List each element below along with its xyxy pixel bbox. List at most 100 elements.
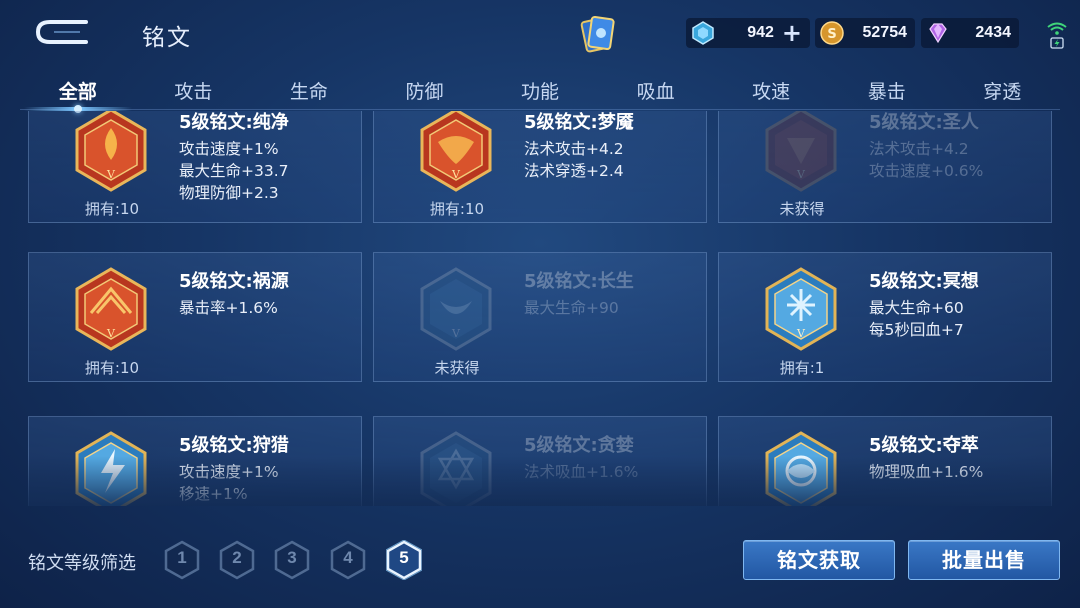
rune-stat: 攻击速度+0.6% (869, 162, 984, 180)
card-pack-icon[interactable] (580, 14, 616, 54)
rune-stats: 物理吸血+1.6% (869, 461, 983, 483)
level-filter-4[interactable]: 4 (330, 540, 366, 580)
rune-list[interactable]: V 拥有:10 5级铭文:纯净 攻击速度+1% 最大生命+33.7 物理防御+2… (28, 111, 1052, 506)
rune-stat: 法术吸血+1.6% (524, 463, 639, 481)
red-rune-emblem-icon: V (765, 111, 837, 192)
tab-critical[interactable]: 暴击 (829, 70, 945, 109)
level-number: 4 (343, 548, 353, 567)
red-rune-emblem-icon: V (75, 267, 147, 351)
rune-stat: 法术攻击+4.2 (869, 140, 969, 158)
rune-stat: 物理吸血+1.6% (869, 463, 984, 481)
back-arrow-icon[interactable] (30, 16, 92, 48)
rune-title: 5级铭文:纯净 (179, 112, 289, 133)
rune-card[interactable]: 5级铭文:贪婪 法术吸血+1.6% (373, 416, 707, 506)
tab-label: 吸血 (636, 81, 675, 103)
blue-rune-emblem-icon (765, 431, 837, 506)
svg-text:V: V (106, 327, 116, 340)
rune-stats: 攻击速度+1% 移速+1% (179, 461, 279, 505)
owned-count: 拥有:10 (429, 200, 485, 218)
rune-stat: 攻击速度+1% (179, 463, 279, 481)
level-number: 3 (287, 548, 297, 567)
rune-stat: 法术攻击+4.2 (524, 140, 624, 158)
red-rune-emblem-icon: V (75, 111, 147, 192)
svg-text:S: S (827, 27, 836, 42)
rune-card[interactable]: V 拥有:10 5级铭文:祸源 暴击率+1.6% (28, 252, 362, 382)
rune-stat: 移速+1% (179, 485, 248, 503)
rune-stat: 最大生命+60 (869, 299, 964, 317)
owned-count: 未获得 (434, 359, 480, 377)
rune-stats: 法术吸血+1.6% (524, 461, 638, 483)
gem-amount: 2434 (975, 24, 1011, 41)
svg-text:V: V (451, 168, 461, 181)
category-tabs: 全部 攻击 生命 防御 功能 吸血 攻速 暴击 穿透 (20, 70, 1061, 113)
tab-all[interactable]: 全部 (20, 70, 136, 113)
owned-count: 拥有:10 (84, 359, 140, 377)
tab-attack-speed[interactable]: 攻速 (713, 70, 829, 109)
tab-label: 攻击 (174, 81, 213, 103)
rune-stats: 法术攻击+4.2 法术穿透+2.4 (524, 138, 624, 182)
top-bar: 铭文 942 + S 52754 2434 (0, 0, 1080, 66)
level-number: 1 (177, 548, 187, 567)
add-diamond-icon[interactable]: + (782, 21, 802, 45)
rune-stats: 攻击速度+1% 最大生命+33.7 物理防御+2.3 (179, 138, 289, 204)
purple-gem-icon (925, 20, 951, 46)
rune-title: 5级铭文:梦魇 (524, 112, 634, 133)
svg-text:V: V (106, 168, 116, 181)
owned-count: 拥有:1 (779, 359, 825, 377)
rune-stat: 攻击速度+1% (179, 140, 279, 158)
owned-count: 未获得 (779, 200, 825, 218)
blue-rune-emblem-icon (75, 431, 147, 506)
level-filter-2[interactable]: 2 (219, 540, 255, 580)
rune-stat: 最大生命+33.7 (179, 162, 289, 180)
blue-rune-emblem-icon (420, 431, 492, 506)
page-title: 铭文 (142, 25, 192, 51)
blue-rune-emblem-icon: V (765, 267, 837, 351)
rune-card[interactable]: V 拥有:10 5级铭文:梦魇 法术攻击+4.2 法术穿透+2.4 (373, 111, 707, 223)
gold-coin-icon: S (819, 20, 845, 46)
rune-stat: 暴击率+1.6% (179, 299, 278, 317)
rune-card[interactable]: V 拥有:10 5级铭文:纯净 攻击速度+1% 最大生命+33.7 物理防御+2… (28, 111, 362, 223)
tab-label: 功能 (521, 81, 560, 103)
level-filter-1[interactable]: 1 (164, 540, 200, 580)
diamond-currency: 942 + (686, 18, 810, 48)
level-filter-label: 铭文等级筛选 (28, 553, 136, 574)
rune-title: 5级铭文:贪婪 (524, 435, 634, 456)
bulk-sell-button[interactable]: 批量出售 (908, 540, 1060, 580)
obtain-runes-button[interactable]: 铭文获取 (743, 540, 895, 580)
rune-title: 5级铭文:长生 (524, 271, 634, 292)
tab-label: 生命 (289, 81, 328, 103)
rune-card[interactable]: V 未获得 5级铭文:圣人 法术攻击+4.2 攻击速度+0.6% (718, 111, 1052, 223)
level-filter-5[interactable]: 5 (385, 539, 423, 581)
rune-stat: 法术穿透+2.4 (524, 162, 624, 180)
svg-text:V: V (451, 327, 461, 340)
rune-stat: 最大生命+90 (524, 299, 619, 317)
rune-card[interactable]: V 拥有:1 5级铭文:冥想 最大生命+60 每5秒回血+7 (718, 252, 1052, 382)
svg-text:V: V (796, 168, 806, 181)
rune-stats: 法术攻击+4.2 攻击速度+0.6% (869, 138, 983, 182)
tab-label: 全部 (58, 81, 97, 103)
red-rune-emblem-icon: V (420, 111, 492, 192)
level-filter-3[interactable]: 3 (274, 540, 310, 580)
rune-stats: 最大生命+90 (524, 297, 619, 319)
blue-rune-emblem-icon: V (420, 267, 492, 351)
rune-card[interactable]: V 未获得 5级铭文:长生 最大生命+90 (373, 252, 707, 382)
rune-stat: 物理防御+2.3 (179, 184, 279, 202)
diamond-icon (690, 20, 716, 46)
level-number: 5 (399, 548, 409, 567)
tab-health[interactable]: 生命 (251, 70, 367, 109)
level-number: 2 (232, 548, 242, 567)
tab-defense[interactable]: 防御 (367, 70, 483, 109)
rune-stat: 每5秒回血+7 (869, 321, 964, 339)
rune-card[interactable]: 5级铭文:夺萃 物理吸血+1.6% (718, 416, 1052, 506)
tab-utility[interactable]: 功能 (482, 70, 598, 109)
gem-currency: 2434 (921, 18, 1019, 48)
gold-currency: S 52754 (815, 18, 915, 48)
tab-attack[interactable]: 攻击 (136, 70, 252, 109)
tab-penetration[interactable]: 穿透 (945, 70, 1061, 109)
rune-card[interactable]: 5级铭文:狩猎 攻击速度+1% 移速+1% (28, 416, 362, 506)
diamond-amount: 942 (747, 24, 774, 41)
owned-count: 拥有:10 (84, 200, 140, 218)
rune-stats: 暴击率+1.6% (179, 297, 278, 319)
tab-lifesteal[interactable]: 吸血 (598, 70, 714, 109)
gold-amount: 52754 (862, 24, 908, 41)
